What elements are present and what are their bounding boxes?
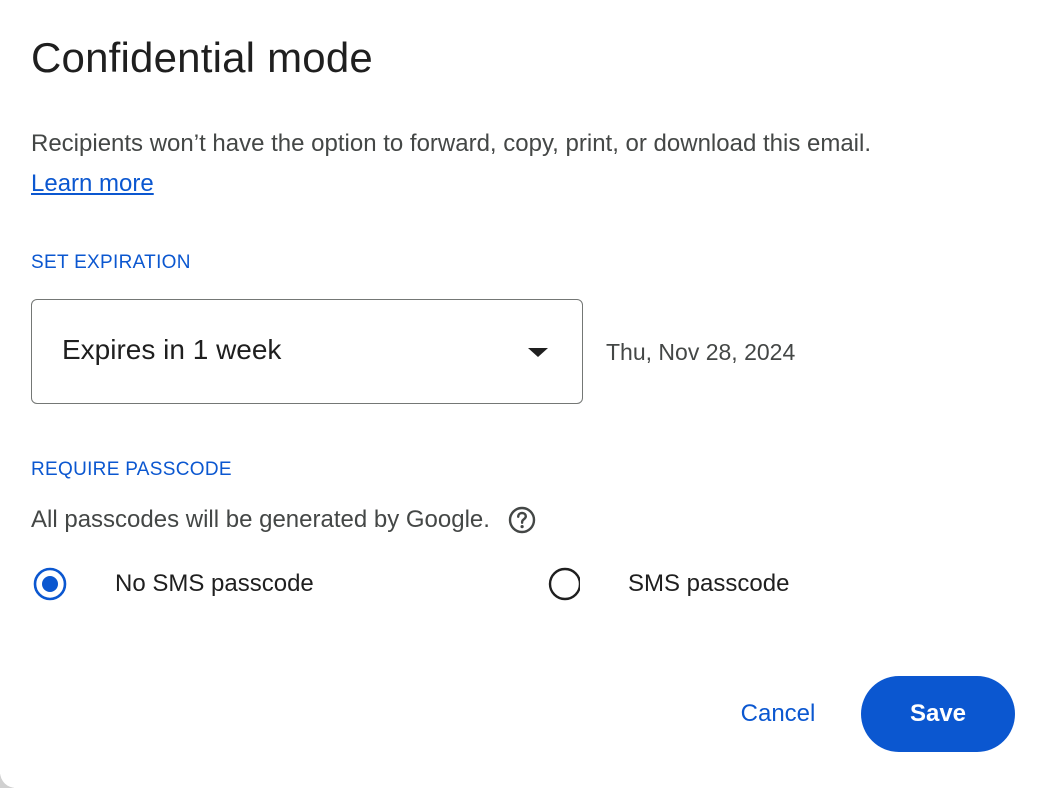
save-button[interactable]: Save bbox=[861, 676, 1015, 752]
set-expiration-label: SET EXPIRATION bbox=[31, 252, 191, 273]
help-circle-icon[interactable] bbox=[506, 504, 538, 536]
no-sms-passcode-label: No SMS passcode bbox=[115, 570, 314, 597]
passcode-note: All passcodes will be generated by Googl… bbox=[31, 504, 538, 536]
require-passcode-label: REQUIRE PASSCODE bbox=[31, 459, 232, 480]
dialog-title: Confidential mode bbox=[31, 34, 373, 81]
expiration-select[interactable]: Expires in 1 week bbox=[31, 299, 583, 404]
passcode-note-text: All passcodes will be generated by Googl… bbox=[31, 506, 490, 533]
expiration-date: Thu, Nov 28, 2024 bbox=[606, 339, 796, 365]
confidential-mode-dialog: Confidential mode Recipients won’t have … bbox=[0, 0, 1037, 788]
radio-sms-passcode[interactable]: SMS passcode bbox=[546, 562, 789, 606]
description-text: Recipients won’t have the option to forw… bbox=[31, 130, 871, 157]
sms-passcode-label: SMS passcode bbox=[628, 570, 790, 597]
radio-no-sms-passcode[interactable]: No SMS passcode bbox=[33, 562, 314, 606]
dialog-description: Recipients won’t have the option to forw… bbox=[31, 124, 1021, 204]
expiration-selected-value: Expires in 1 week bbox=[62, 334, 282, 365]
radio-unselected-icon bbox=[548, 567, 580, 601]
arrow-drop-down-icon bbox=[528, 348, 548, 357]
learn-more-link[interactable]: Learn more bbox=[31, 170, 154, 197]
cancel-button[interactable]: Cancel bbox=[712, 676, 844, 752]
radio-selected-icon bbox=[33, 567, 67, 601]
